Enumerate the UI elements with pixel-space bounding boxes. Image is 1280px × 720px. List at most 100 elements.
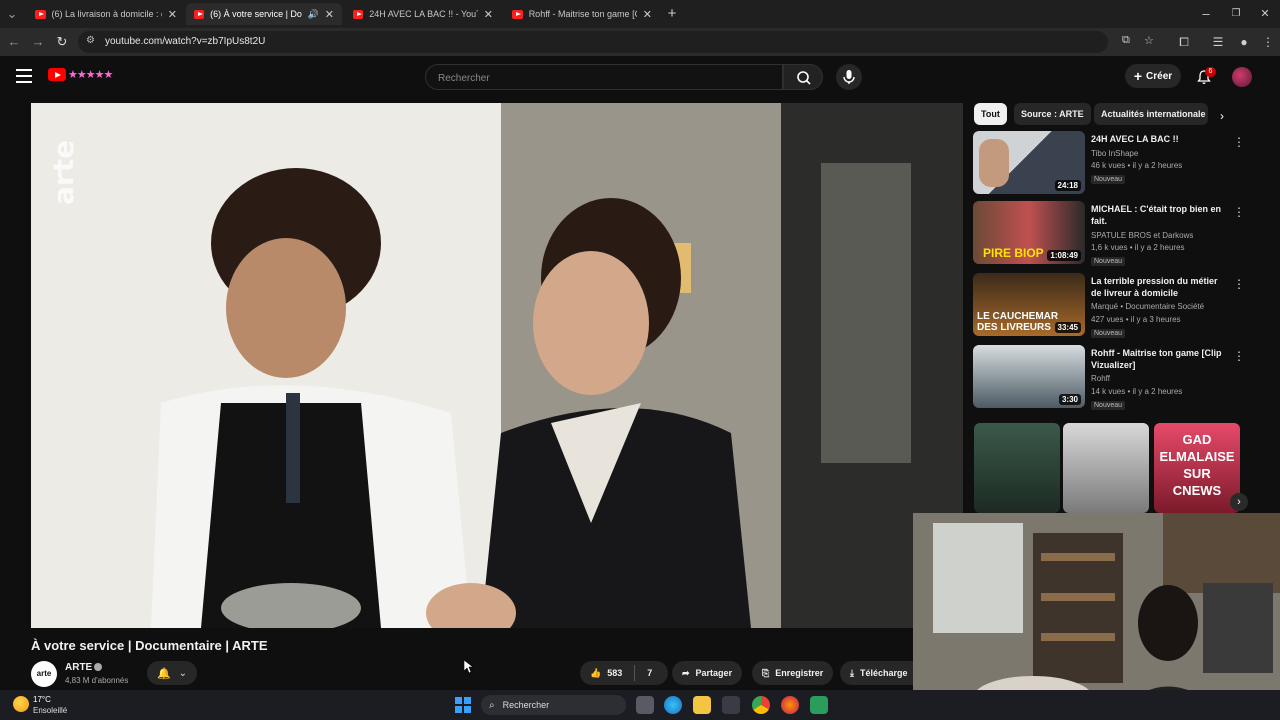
- video-thumbnail[interactable]: 3:30: [973, 345, 1085, 408]
- more-options-icon[interactable]: ⋮: [1233, 135, 1245, 149]
- reco-title[interactable]: MICHAEL : C'était trop bien en fait.: [1091, 203, 1226, 227]
- close-tab-icon[interactable]: ✕: [643, 8, 652, 21]
- subscription-bell-button[interactable]: 🔔 ⌄: [147, 661, 197, 685]
- search-input[interactable]: [438, 71, 768, 85]
- cast-icon[interactable]: ⧉: [1122, 34, 1130, 47]
- browser-tab-1[interactable]: (6) La livraison à domicile : de l' ✕: [27, 3, 185, 25]
- reading-list-icon[interactable]: ☰: [1210, 34, 1226, 50]
- bookmark-star-icon[interactable]: ☆: [1144, 34, 1154, 47]
- short-thumbnail[interactable]: [1063, 423, 1149, 513]
- save-button[interactable]: ⎘ Enregistrer: [752, 661, 834, 685]
- video-thumbnail[interactable]: PIRE BIOP 1:08:49: [973, 201, 1085, 264]
- verified-badge-icon: [94, 663, 102, 671]
- channel-name[interactable]: ARTE: [65, 662, 92, 673]
- close-tab-icon[interactable]: ✕: [168, 8, 177, 21]
- recommended-video[interactable]: PIRE BIOP 1:08:49 MICHAEL : C'était trop…: [973, 201, 1245, 266]
- tab-label: (6) La livraison à domicile : de l': [51, 9, 162, 19]
- chip-source-arte[interactable]: Source : ARTE: [1014, 103, 1091, 125]
- duration-label: 33:45: [1054, 322, 1081, 333]
- taskbar-search-label: Rechercher: [502, 700, 550, 710]
- like-count[interactable]: 583: [607, 668, 622, 678]
- site-info-icon[interactable]: ⚙: [86, 35, 95, 46]
- hamburger-menu-icon[interactable]: [16, 69, 32, 83]
- youtube-logo[interactable]: [48, 68, 66, 81]
- file-explorer-icon[interactable]: [693, 696, 711, 714]
- tab-search-icon[interactable]: ⌄: [4, 6, 20, 22]
- more-options-icon[interactable]: ⋮: [1233, 205, 1245, 219]
- speaker-icon[interactable]: 🔊: [308, 9, 319, 20]
- recommended-video[interactable]: 3:30 Rohff - Maitrise ton game [Clip Viz…: [973, 345, 1245, 410]
- chrome-icon[interactable]: [752, 696, 770, 714]
- reco-channel[interactable]: Marqué • Documentaire Société: [1091, 302, 1204, 311]
- recommended-video[interactable]: LE CAUCHEMAR DES LIVREURS 33:45 La terri…: [973, 273, 1245, 338]
- profile-icon[interactable]: ●: [1236, 34, 1252, 50]
- create-button[interactable]: + Créer: [1125, 64, 1181, 88]
- chevron-right-icon[interactable]: ›: [1220, 109, 1224, 123]
- webcam-overlay: [913, 513, 1280, 720]
- bell-icon: 🔔: [156, 667, 171, 680]
- webcam-feed: [913, 513, 1280, 720]
- youtube-doodle-icon[interactable]: ★★★★★: [68, 68, 113, 81]
- taskbar-search[interactable]: ⌕ Rechercher: [481, 695, 626, 715]
- app-icon[interactable]: [810, 696, 828, 714]
- task-view-icon[interactable]: [636, 696, 654, 714]
- short-thumbnail[interactable]: [974, 423, 1060, 513]
- url-text[interactable]: youtube.com/watch?v=zb7IpUs8t2U: [105, 36, 265, 47]
- video-frame: [31, 103, 963, 628]
- youtube-header: ★★★★★ + Créer 6: [0, 56, 1280, 98]
- menu-kebab-icon[interactable]: ⋮: [1260, 34, 1276, 50]
- reco-channel[interactable]: Tibo InShape: [1091, 149, 1138, 158]
- reco-title[interactable]: La terrible pression du métier de livreu…: [1091, 275, 1226, 299]
- bookmark-icon: ⎘: [762, 667, 770, 678]
- temperature[interactable]: 17°C: [33, 695, 51, 704]
- search-button[interactable]: [783, 64, 823, 90]
- thumbnail-text: PIRE BIOP: [983, 246, 1044, 260]
- edge-browser-icon[interactable]: [664, 696, 682, 714]
- shorts-next-chevron-icon[interactable]: ›: [1230, 493, 1248, 511]
- reco-meta: 46 k vues • il y a 2 heures: [1091, 161, 1183, 170]
- thumbs-up-icon[interactable]: 👍: [590, 668, 601, 679]
- store-icon[interactable]: [722, 696, 740, 714]
- reco-title[interactable]: 24H AVEC LA BAC !!: [1091, 133, 1226, 145]
- weather-condition[interactable]: Ensoleillé: [33, 706, 67, 715]
- video-thumbnail[interactable]: 24:18: [973, 131, 1085, 194]
- avatar[interactable]: [1232, 67, 1252, 87]
- duration-label: 3:30: [1058, 394, 1081, 405]
- more-options-icon[interactable]: ⋮: [1233, 277, 1245, 291]
- share-label: Partager: [695, 668, 733, 678]
- close-tab-icon[interactable]: ✕: [325, 8, 334, 21]
- video-thumbnail[interactable]: LE CAUCHEMAR DES LIVREURS 33:45: [973, 273, 1085, 336]
- omnibox[interactable]: ⚙ youtube.com/watch?v=zb7IpUs8t2U ⧉ ☆: [78, 31, 1154, 53]
- reco-channel[interactable]: SPATULE BROS et Darkows: [1091, 231, 1193, 240]
- browser-tab-3[interactable]: 24H AVEC LA BAC !! - YouTube ✕: [345, 3, 501, 25]
- channel-avatar[interactable]: arte: [31, 661, 57, 687]
- weather-sun-icon[interactable]: [13, 696, 29, 712]
- voice-search-button[interactable]: [836, 64, 862, 90]
- browser-tab-2[interactable]: (6) À votre service | Docum 🔊 ✕: [186, 3, 342, 25]
- more-options-icon[interactable]: ⋮: [1233, 349, 1245, 363]
- reco-title[interactable]: Rohff - Maitrise ton game [Clip Vizualiz…: [1091, 347, 1226, 371]
- download-button[interactable]: ⤓ Télécharge: [840, 661, 913, 685]
- maximize-icon[interactable]: ❐: [1228, 6, 1244, 22]
- extensions-icon[interactable]: ⧠: [1176, 34, 1192, 50]
- forward-icon[interactable]: →: [30, 34, 46, 50]
- back-icon[interactable]: ←: [6, 34, 22, 50]
- browser-tab-4[interactable]: Rohff - Maitrise ton game [Clip ✕: [504, 3, 660, 25]
- firefox-icon[interactable]: [781, 696, 799, 714]
- close-tab-icon[interactable]: ✕: [484, 8, 493, 21]
- short-thumbnail[interactable]: GAD ELMALAISE SUR CNEWS: [1154, 423, 1240, 513]
- reload-icon[interactable]: ↻: [54, 34, 70, 50]
- new-badge: Nouveau: [1091, 329, 1126, 338]
- reco-channel[interactable]: Rohff: [1091, 374, 1110, 383]
- windows-start-icon[interactable]: [455, 697, 471, 713]
- video-player[interactable]: arte: [31, 103, 963, 628]
- plus-icon: +: [1133, 68, 1143, 84]
- browser-tab-bar: ⌄ (6) La livraison à domicile : de l' ✕ …: [0, 0, 1280, 28]
- new-tab-icon[interactable]: +: [664, 6, 680, 22]
- share-button[interactable]: ➦ Partager: [672, 661, 743, 685]
- minimize-icon[interactable]: –: [1198, 6, 1214, 22]
- recommended-video[interactable]: 24:18 24H AVEC LA BAC !! Tibo InShape 46…: [973, 131, 1245, 195]
- chip-tout[interactable]: Tout: [974, 103, 1007, 125]
- chip-actualites[interactable]: Actualités internationale: [1094, 103, 1208, 125]
- close-window-icon[interactable]: ✕: [1257, 6, 1273, 22]
